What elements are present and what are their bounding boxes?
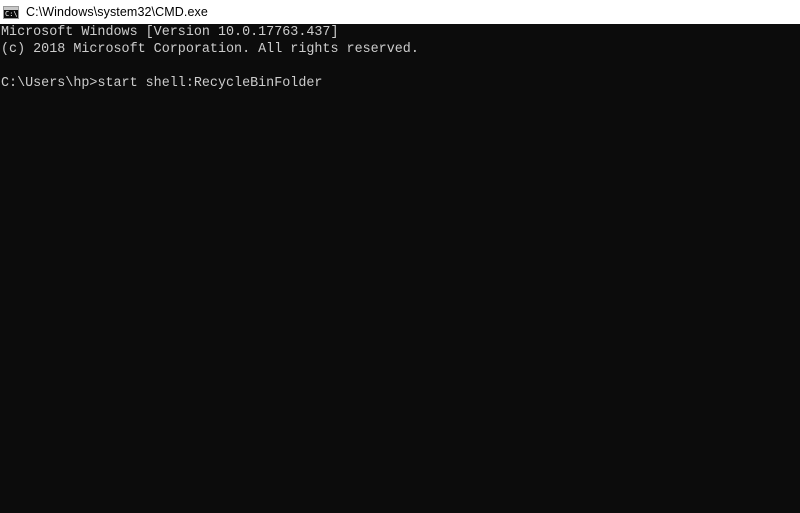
title-bar[interactable]: C:\ C:\Windows\system32\CMD.exe bbox=[0, 0, 800, 24]
console-line-version: Microsoft Windows [Version 10.0.17763.43… bbox=[1, 25, 339, 40]
console-line-copyright: (c) 2018 Microsoft Corporation. All righ… bbox=[1, 42, 419, 57]
command-prompt-icon[interactable]: C:\ bbox=[3, 5, 19, 19]
prompt-line[interactable]: C:\Users\hp> start shell:RecycleBinFolder bbox=[1, 75, 800, 92]
window-title: C:\Windows\system32\CMD.exe bbox=[26, 5, 208, 19]
command-input[interactable]: start shell:RecycleBinFolder bbox=[97, 75, 322, 92]
cmd-window: C:\ C:\Windows\system32\CMD.exe Microsof… bbox=[0, 0, 800, 513]
prompt-text: C:\Users\hp> bbox=[1, 76, 98, 91]
command-prompt-icon-text: C:\ bbox=[5, 9, 18, 18]
console-area[interactable]: Microsoft Windows [Version 10.0.17763.43… bbox=[0, 24, 800, 513]
